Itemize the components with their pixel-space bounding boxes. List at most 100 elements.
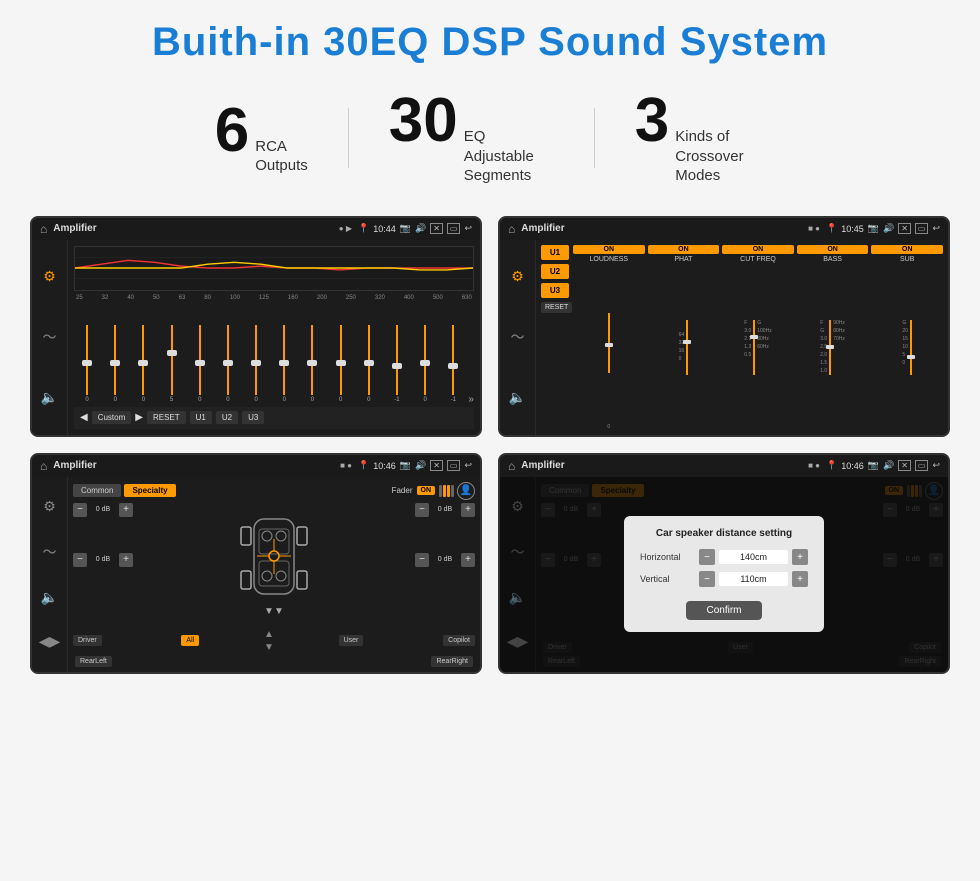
right-minus-1[interactable]: − (415, 503, 429, 517)
arrow-down[interactable]: ▼ (264, 642, 274, 653)
loudness-slider[interactable] (573, 265, 645, 422)
cutfreq-on-btn[interactable]: ON (722, 245, 794, 254)
eq-slider-14[interactable]: -1 (440, 325, 466, 405)
crossover-main-area: U1 U2 U3 RESET ON LOUDNESS 0 (536, 240, 948, 435)
driver-btn[interactable]: Driver (73, 635, 102, 646)
right-plus-1[interactable]: + (461, 503, 475, 517)
vertical-plus-btn[interactable]: + (792, 571, 808, 587)
common-tab[interactable]: Common (73, 484, 121, 497)
eq-slider-3[interactable]: 0 (130, 325, 156, 405)
eq-slider-13[interactable]: 0 (412, 325, 438, 405)
eq-slider-7[interactable]: 0 (243, 325, 269, 405)
rear-left-btn[interactable]: RearLeft (75, 656, 112, 667)
crossover-reset-btn[interactable]: RESET (541, 302, 572, 313)
left-controls: − 0 dB + − 0 dB + (73, 503, 133, 626)
person-icon[interactable]: 👤 (457, 482, 475, 500)
speaker-home-icon[interactable]: ⌂ (40, 459, 47, 473)
eq-slider-12[interactable]: -1 (384, 325, 410, 405)
eq-u2-btn[interactable]: U2 (216, 411, 238, 424)
u1-button[interactable]: U1 (541, 245, 569, 260)
eq-next-btn[interactable]: ▶ (135, 412, 143, 423)
all-btn[interactable]: All (181, 635, 199, 646)
left-minus-2[interactable]: − (73, 553, 87, 567)
bass-on-btn[interactable]: ON (797, 245, 869, 254)
crossover-home-icon[interactable]: ⌂ (508, 222, 515, 236)
bass-slider[interactable]: FG3.02.52.01.51.0 90Hz80Hz70Hz (797, 265, 869, 430)
specialty-tab[interactable]: Specialty (124, 484, 175, 497)
arrow-up[interactable]: ▲ (264, 629, 274, 640)
fader-bars (439, 485, 454, 497)
sub-on-btn[interactable]: ON (871, 245, 943, 254)
eq-u1-btn[interactable]: U1 (190, 411, 212, 424)
eq-play-dots: ● ▶ (339, 224, 352, 233)
left-plus-2[interactable]: + (119, 553, 133, 567)
eq-slider-2[interactable]: 0 (102, 325, 128, 405)
channel-loudness: ON LOUDNESS 0 (573, 245, 645, 430)
eq-wave-icon[interactable]: 〜 (43, 327, 57, 347)
eq-speaker-icon[interactable]: 🔈 (41, 389, 58, 406)
eq-slider-6[interactable]: 0 (215, 325, 241, 405)
left-minus-1[interactable]: − (73, 503, 87, 517)
page-title: Buith-in 30EQ DSP Sound System (0, 0, 980, 75)
stats-row: 6 RCA Outputs 30 EQ Adjustable Segments … (0, 75, 980, 206)
speaker-rect-icon: ▭ (447, 460, 461, 471)
eq-slider-9[interactable]: 0 (299, 325, 325, 405)
rear-right-btn[interactable]: RearRight (431, 656, 473, 667)
distance-home-icon[interactable]: ⌂ (508, 459, 515, 473)
fader-on-badge[interactable]: ON (417, 486, 436, 495)
crossover-wave-icon[interactable]: 〜 (511, 327, 525, 347)
crossover-reset: RESET (541, 302, 569, 318)
sub-label: SUB (900, 256, 914, 263)
eq-slider-8[interactable]: 0 (271, 325, 297, 405)
u3-button[interactable]: U3 (541, 283, 569, 298)
confirm-button[interactable]: Confirm (686, 601, 761, 620)
crossover-tune-icon[interactable]: ⚙ (511, 268, 524, 285)
right-minus-2[interactable]: − (415, 553, 429, 567)
home-icon[interactable]: ⌂ (40, 222, 47, 236)
user-btn[interactable]: User (339, 635, 364, 646)
speaker-screen-content: ⚙ 〜 🔈 ◀▶ Common Specialty Fader ON (32, 477, 480, 672)
u2-button[interactable]: U2 (541, 264, 569, 279)
eq-slider-11[interactable]: 0 (356, 325, 382, 405)
crossover-speaker-icon[interactable]: 🔈 (509, 389, 526, 406)
location-icon: 📍 (358, 223, 369, 234)
sp-tune-icon[interactable]: ⚙ (43, 498, 56, 515)
dist-x-icon: ✕ (898, 460, 911, 471)
sp-speaker-icon[interactable]: 🔈 (41, 589, 58, 606)
dialog-vertical-row: Vertical − 110cm + (640, 571, 808, 587)
eq-reset-btn[interactable]: RESET (147, 411, 186, 424)
right-db-val-1: 0 dB (431, 506, 459, 513)
phat-label: PHAT (674, 256, 692, 263)
eq-slider-1[interactable]: 0 (74, 325, 100, 405)
eq-screen-title: Amplifier (53, 223, 333, 234)
speaker-status-icons: 📍 10:46 📷 🔊 ✕ ▭ ↩ (358, 460, 472, 471)
right-controls: − 0 dB + − 0 dB + (415, 503, 475, 626)
eq-slider-4[interactable]: 5 (159, 325, 185, 405)
phat-on-btn[interactable]: ON (648, 245, 720, 254)
eq-status-bar: ⌂ Amplifier ● ▶ 📍 10:44 📷 🔊 ✕ ▭ ↩ (32, 218, 480, 240)
dist-rect-icon: ▭ (915, 460, 929, 471)
vertical-minus-btn[interactable]: − (699, 571, 715, 587)
eq-more-icon[interactable]: » (468, 394, 474, 405)
eq-custom-btn[interactable]: Custom (92, 411, 132, 424)
sp-wave-icon[interactable]: 〜 (43, 542, 57, 562)
channel-cutfreq: ON CUT FREQ F3.02.11.30.5 G100Hz80Hz60Hz (722, 245, 794, 430)
eq-u3-btn[interactable]: U3 (242, 411, 264, 424)
eq-tune-icon[interactable]: ⚙ (43, 268, 56, 285)
left-plus-1[interactable]: + (119, 503, 133, 517)
cutfreq-slider[interactable]: F3.02.11.30.5 G100Hz80Hz60Hz (722, 265, 794, 430)
svg-text:▼: ▼ (264, 606, 274, 617)
right-plus-2[interactable]: + (461, 553, 475, 567)
phat-slider[interactable]: 6432160 (648, 265, 720, 430)
horizontal-minus-btn[interactable]: − (699, 549, 715, 565)
eq-slider-5[interactable]: 0 (187, 325, 213, 405)
eq-main-area: 253240506380100125160200250320400500630 … (68, 240, 480, 435)
distance-screen-content: ⚙ 〜 🔈 ◀▶ Common Specialty ON (500, 477, 948, 672)
loudness-on-btn[interactable]: ON (573, 245, 645, 254)
eq-prev-btn[interactable]: ◀ (80, 412, 88, 423)
sub-slider[interactable]: G20151050 (871, 265, 943, 430)
copilot-btn[interactable]: Copilot (443, 635, 475, 646)
horizontal-plus-btn[interactable]: + (792, 549, 808, 565)
eq-slider-10[interactable]: 0 (328, 325, 354, 405)
sp-vol-icon[interactable]: ◀▶ (39, 633, 61, 650)
